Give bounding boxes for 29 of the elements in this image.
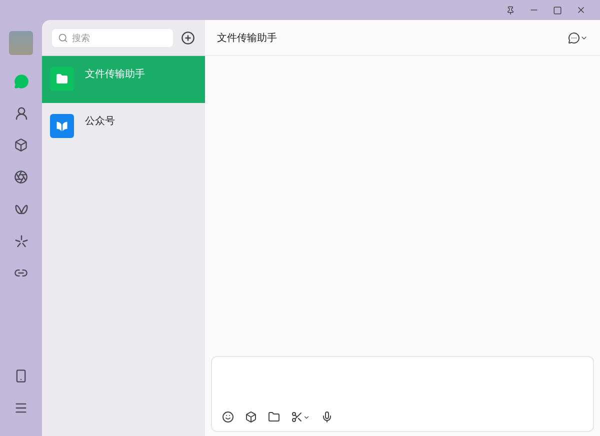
search-field[interactable]: 搜索 xyxy=(52,28,173,46)
add-button[interactable] xyxy=(181,30,195,44)
chat-name: 文件传输助手 xyxy=(84,68,145,81)
maximize-button[interactable] xyxy=(553,6,562,14)
conversation-title: 文件传输助手 xyxy=(217,32,277,44)
chat-name: 公众号 xyxy=(84,115,115,128)
cube-button[interactable] xyxy=(245,411,257,423)
more-options-button[interactable] xyxy=(568,32,588,44)
caret-icon xyxy=(303,414,310,420)
menu-icon xyxy=(14,401,28,415)
chat-bubble-icon xyxy=(14,74,28,88)
book-avatar-icon xyxy=(50,114,74,138)
person-icon xyxy=(14,106,28,120)
sparkle-lines-icon xyxy=(14,234,28,248)
chat-list-item[interactable]: 公众号 xyxy=(42,103,205,150)
pin-button[interactable] xyxy=(506,6,515,14)
scissors-icon xyxy=(291,411,303,423)
emoji-button[interactable] xyxy=(222,411,234,423)
folder-button[interactable] xyxy=(268,411,280,423)
close-button[interactable] xyxy=(576,5,586,15)
folder-avatar-icon xyxy=(50,67,74,91)
phone-icon xyxy=(14,369,28,383)
microphone-button[interactable] xyxy=(321,411,333,423)
scissors-button[interactable] xyxy=(291,411,310,423)
message-input-field[interactable] xyxy=(211,356,594,432)
chat-dots-icon xyxy=(568,32,580,44)
search-icon xyxy=(58,32,68,42)
aperture-icon xyxy=(14,170,28,184)
cube-icon xyxy=(14,138,28,152)
